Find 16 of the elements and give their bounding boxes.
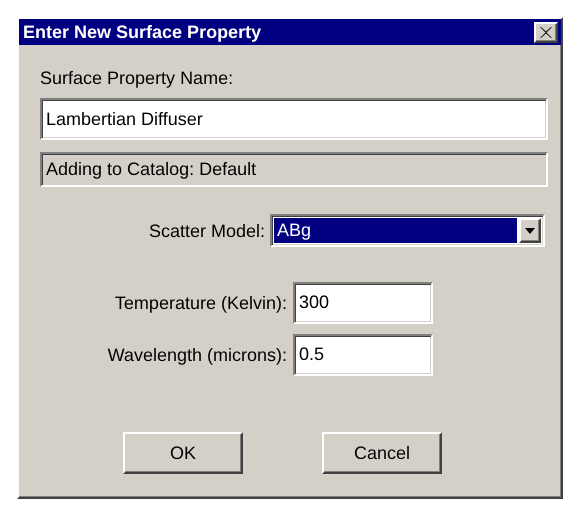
field-label: Wavelength (microns): (106, 345, 287, 365)
field-label: Surface Property Name: (40, 68, 234, 88)
scatter-model-dropdown[interactable]: ABg (270, 214, 545, 247)
input-field[interactable]: 0.5 (293, 334, 433, 376)
close-icon (540, 26, 552, 38)
field-label: Scatter Model: (148, 220, 265, 240)
input-field[interactable]: 300 (293, 282, 433, 324)
catalog-info: Adding to Catalog: Default (40, 152, 548, 187)
cancel-button[interactable]: Cancel (322, 432, 442, 474)
field-label: Temperature (Kelvin): (114, 293, 287, 313)
window-title: Enter New Surface Property (23, 22, 262, 42)
ok-button[interactable]: OK (123, 432, 243, 474)
caret-icon (525, 228, 535, 234)
close-button[interactable] (534, 22, 558, 42)
name-field[interactable]: Lambertian Diffuser (40, 98, 548, 140)
dropdown-arrow-button[interactable] (519, 218, 541, 243)
